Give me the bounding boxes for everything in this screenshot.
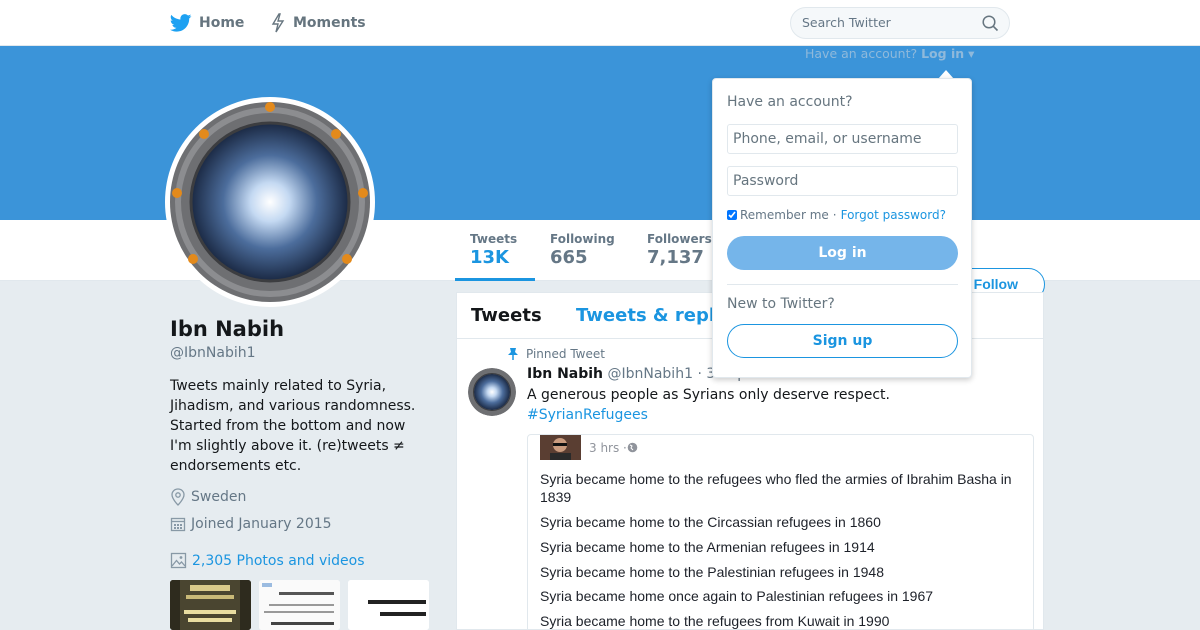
- stat-followers[interactable]: Followers 7,137: [647, 232, 712, 268]
- login-hint-text: Have an account?: [805, 46, 918, 61]
- embedded-author-photo: [540, 435, 581, 460]
- new-to-twitter-label: New to Twitter?: [727, 296, 835, 312]
- search-input[interactable]: [802, 15, 977, 30]
- stat-following[interactable]: Following 665: [550, 232, 615, 268]
- tweet-avatar[interactable]: [468, 368, 516, 416]
- password-field[interactable]: [727, 166, 958, 196]
- login-button[interactable]: Log in: [727, 236, 958, 270]
- stat-tweets-value: 13K: [470, 247, 509, 268]
- signup-button[interactable]: Sign up: [727, 324, 958, 358]
- remember-me-label[interactable]: Remember me: [740, 208, 829, 222]
- stat-following-value: 665: [550, 247, 588, 268]
- thumbnail-image: [348, 580, 429, 630]
- photo-thumbnail[interactable]: [170, 580, 251, 630]
- stargate-avatar-image: [468, 368, 516, 416]
- profile-location-text: Sweden: [191, 489, 247, 505]
- pinned-indicator: Pinned Tweet: [507, 347, 605, 361]
- tweet-hashtag[interactable]: #SyrianRefugees: [527, 405, 1027, 425]
- pin-icon: [508, 348, 518, 360]
- search-box[interactable]: [790, 7, 1010, 39]
- stat-followers-value: 7,137: [647, 247, 704, 268]
- login-hint-link[interactable]: Log in: [921, 46, 964, 61]
- tweet-author-name[interactable]: Ibn Nabih: [527, 366, 603, 382]
- twitter-bird-icon: [170, 14, 192, 32]
- embedded-post-line: Syria became home to the Armenian refuge…: [540, 539, 875, 555]
- location-pin-icon: [171, 488, 185, 506]
- profile-location: Sweden: [170, 488, 246, 506]
- photo-thumbnail[interactable]: [259, 580, 340, 630]
- profile-joined-text: Joined January 2015: [191, 516, 332, 532]
- embedded-post[interactable]: 3 hrs · Syria became home to the refugee…: [527, 434, 1034, 630]
- forgot-password-link[interactable]: Forgot password?: [841, 208, 946, 222]
- photos-link-text: 2,305 Photos and videos: [192, 552, 365, 569]
- photo-thumbnail[interactable]: [348, 580, 429, 630]
- nav-moments-label: Moments: [293, 15, 366, 31]
- stat-tweets[interactable]: Tweets 13K: [470, 232, 517, 268]
- embedded-post-header: 3 hrs ·: [540, 435, 638, 460]
- tweet-body: A generous people as Syrians only deserv…: [527, 387, 890, 403]
- calendar-icon: [170, 517, 186, 532]
- remember-separator: ·: [832, 208, 837, 222]
- image-icon: [170, 552, 187, 569]
- tweet-text: A generous people as Syrians only deserv…: [527, 385, 1027, 425]
- login-hint: Have an account? Log in ▾: [805, 46, 974, 61]
- username-field[interactable]: [727, 124, 958, 154]
- embedded-post-time: 3 hrs ·: [589, 440, 627, 455]
- login-dropdown-title: Have an account?: [727, 94, 853, 110]
- embedded-post-line: Syria became home to the Palestinian ref…: [540, 564, 884, 580]
- author-photo-image: [540, 435, 581, 460]
- embedded-post-line: Syria became home to the refugees from K…: [540, 613, 890, 629]
- active-tab-underline: [455, 278, 535, 281]
- nav-home[interactable]: Home: [170, 0, 244, 46]
- caret-down-icon[interactable]: ▾: [968, 46, 974, 61]
- top-nav: Home Moments: [0, 0, 1200, 46]
- embedded-post-line: Syria became home to the refugees who fl…: [540, 471, 1012, 505]
- tab-tweets[interactable]: Tweets: [471, 305, 542, 326]
- remember-me-checkbox[interactable]: [727, 210, 737, 220]
- globe-icon: [627, 442, 638, 453]
- nav-moments[interactable]: Moments: [270, 0, 366, 46]
- tweet-author-handle[interactable]: @IbnNabih1: [607, 366, 693, 382]
- pinned-label: Pinned Tweet: [526, 347, 605, 361]
- thumbnail-image: [259, 580, 340, 630]
- nav-home-label: Home: [199, 15, 245, 31]
- photos-link[interactable]: 2,305 Photos and videos: [170, 552, 365, 569]
- profile-handle[interactable]: @IbnNabih1: [170, 345, 256, 361]
- login-dropdown: Have an account? Remember me · Forgot pa…: [712, 78, 972, 378]
- profile-bio: Tweets mainly related to Syria, Jihadism…: [170, 378, 416, 474]
- dropdown-divider: [727, 284, 958, 285]
- embedded-post-line: Syria became home to the Circassian refu…: [540, 514, 881, 530]
- profile-name[interactable]: Ibn Nabih: [170, 317, 284, 341]
- thumbnail-image: [170, 580, 251, 630]
- search-icon[interactable]: [982, 15, 999, 32]
- remember-row: Remember me · Forgot password?: [727, 208, 946, 222]
- avatar[interactable]: [165, 97, 375, 307]
- embedded-post-line: Syria became home once again to Palestin…: [540, 588, 934, 604]
- stat-tweets-label: Tweets: [470, 232, 518, 246]
- stat-followers-label: Followers: [647, 232, 712, 246]
- lightning-icon: [271, 13, 285, 33]
- stat-following-label: Following: [550, 232, 615, 246]
- profile-joined: Joined January 2015: [170, 516, 332, 532]
- stargate-avatar-image: [170, 102, 370, 302]
